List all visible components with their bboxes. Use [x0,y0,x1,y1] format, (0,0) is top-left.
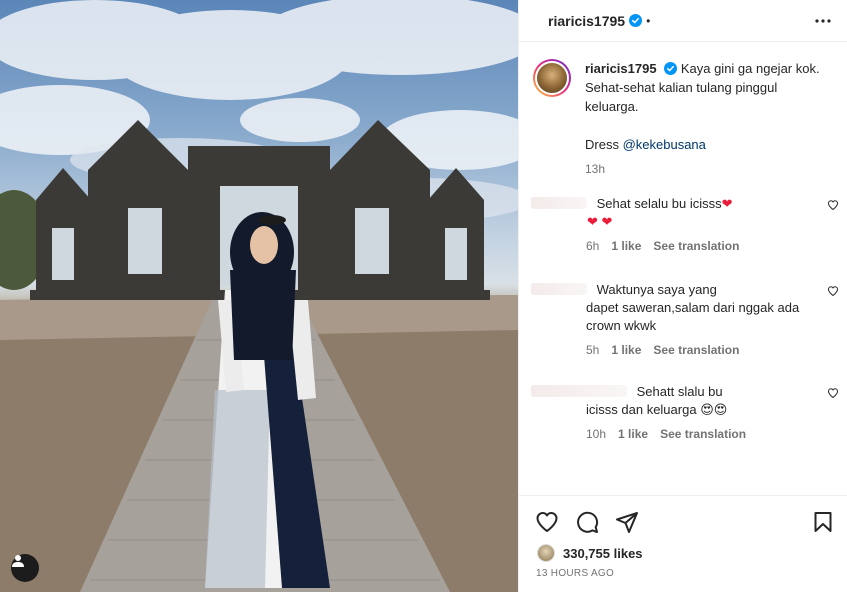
comment-text-line2: dapet saweran,salam dari nggak ada [586,300,800,315]
verified-badge-icon [664,62,678,75]
see-translation-link[interactable]: See translation [653,341,739,359]
likes-summary[interactable]: 330,755 likes [519,534,847,562]
comments-scroll-area[interactable]: riaricis1795 Kaya gini ga ngejar kok. Se… [519,43,847,495]
photo-scene [0,0,518,592]
more-options-icon [815,18,831,23]
comment-likes[interactable]: 1 like [611,341,641,359]
author-avatar[interactable] [533,59,571,97]
comment-username-hidden[interactable] [531,197,587,209]
post-header: riaricis1795 • [519,0,847,42]
comment-time[interactable]: 5h [586,341,599,359]
heart-icon[interactable] [535,510,559,534]
verified-badge-icon [629,14,643,27]
comment-like-icon[interactable] [827,387,839,399]
comment-item: Sehat selalu bu icisss❤ ❤ ❤ 6h 1 like Se… [519,195,847,255]
comment-item: Sehatt slalu bu icisss dan keluarga 😍😍 1… [519,383,847,443]
comment-text-line1: Sehat selalu bu icisss [596,196,722,211]
comment-text-line2: ❤ ❤ [587,214,613,229]
caption-text-line1: Kaya gini ga ngejar kok. [680,61,820,76]
comment-text-line3: crown wkwk [586,318,657,333]
header-username[interactable]: riaricis1795 [548,13,625,29]
comment-like-icon[interactable] [827,285,839,297]
comment-time[interactable]: 10h [586,425,606,443]
action-bar: 330,755 likes 13 HOURS AGO [519,495,847,592]
comment-text-line1: Sehatt slalu bu [636,384,723,399]
post-details-panel: riaricis1795 • riaricis1795 Kaya gini ga… [518,0,847,592]
heart-emoji: ❤ [721,196,733,211]
likes-count: 330,755 [563,545,610,561]
share-icon[interactable] [615,510,639,534]
caption-body: riaricis1795 Kaya gini ga ngejar kok. Se… [585,59,820,179]
comment-item: Waktunya saya yang dapet saweran,salam d… [519,281,847,359]
posted-time[interactable]: 13 HOURS AGO [519,562,847,579]
header-dot: • [646,13,651,28]
caption-time[interactable]: 13h [585,160,820,179]
comment-text-line2: icisss dan keluarga [586,402,697,417]
comment-meta: 10h 1 like See translation [586,425,807,443]
see-translation-link[interactable]: See translation [653,237,739,255]
user-tag-icon [12,555,24,567]
comment-text-line2-wrap: icisss dan keluarga 😍😍 [586,401,807,419]
post-photo[interactable] [0,0,518,592]
comment-icon[interactable] [575,510,599,534]
comment-username-hidden[interactable] [531,385,627,397]
caption-text-line3: keluarga. [585,99,639,114]
post-caption: riaricis1795 Kaya gini ga ngejar kok. Se… [519,43,847,179]
more-options-button[interactable] [811,9,835,33]
dress-mention-link[interactable]: @kekebusana [623,137,706,152]
comment-meta: 5h 1 like See translation [586,341,807,359]
comment-time[interactable]: 6h [586,237,599,255]
smiling-hearts-emoji: 😍😍 [700,402,728,417]
comment-likes[interactable]: 1 like [611,237,641,255]
user-tag-button[interactable] [11,554,39,582]
liker-avatar [537,544,555,562]
comment-meta: 6h 1 like See translation [520,237,807,255]
likes-label: likes [613,545,643,561]
comment-like-icon[interactable] [827,199,839,211]
comment-text-line1: Waktunya saya yang [596,282,717,297]
comment-likes[interactable]: 1 like [618,425,648,443]
bookmark-icon[interactable] [811,510,835,534]
dress-label: Dress [585,137,619,152]
action-icons [519,496,847,534]
caption-username[interactable]: riaricis1795 [585,61,657,76]
caption-text-line2: Sehat-sehat kalian tulang pinggul [585,80,778,95]
comment-username-hidden[interactable] [531,283,587,295]
see-translation-link[interactable]: See translation [660,425,746,443]
